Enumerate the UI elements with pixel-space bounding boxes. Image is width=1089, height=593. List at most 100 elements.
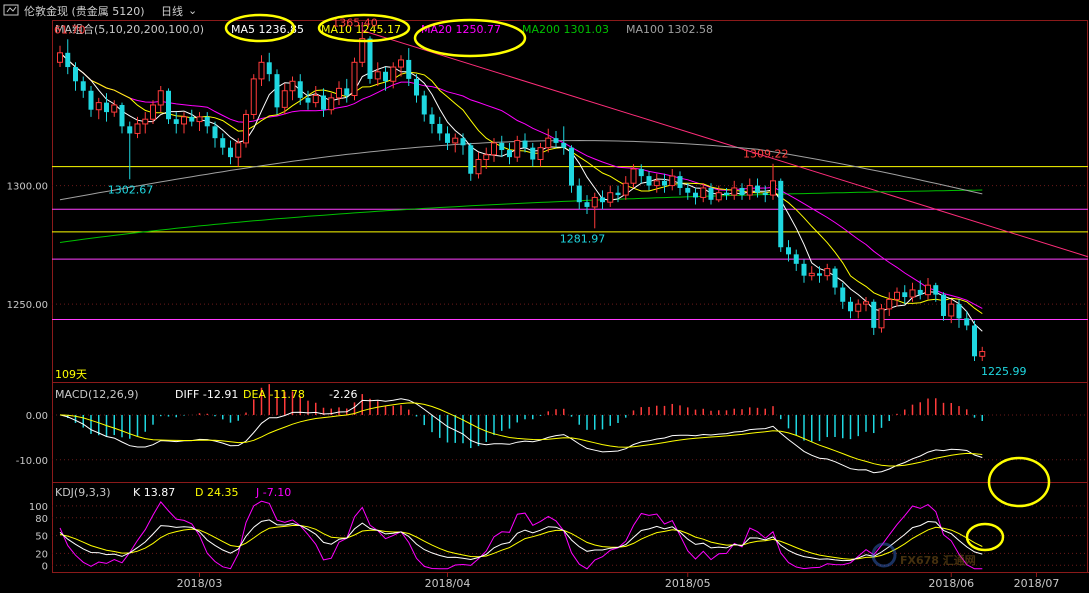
candle-body-down: [762, 192, 768, 196]
candle-body-down: [801, 263, 807, 276]
candle-body-down: [786, 247, 791, 255]
x-tick-label: 2018/03: [177, 577, 223, 590]
candle-body-up: [157, 90, 164, 106]
candle-body-up: [653, 180, 660, 187]
candle-body-up: [336, 87, 342, 99]
candle-body-down: [724, 192, 729, 196]
price-annotation: 1281.97: [560, 232, 606, 245]
candle-body-down: [189, 116, 195, 122]
candle-body-up: [824, 268, 831, 277]
candle-body-up: [181, 116, 187, 125]
candle-body-down: [445, 133, 450, 143]
kdj-d-line: [59, 525, 983, 560]
candle-body-down: [956, 304, 962, 319]
candle-body-up: [57, 52, 63, 63]
candle-body-up: [390, 66, 397, 82]
candle-body-down: [530, 147, 536, 160]
candle-body-down: [204, 116, 210, 127]
kdj-series: [59, 500, 983, 570]
candle-body-down: [817, 273, 822, 276]
candle-body-down: [755, 185, 760, 193]
candle-body-down: [964, 318, 970, 326]
candle-body-down: [693, 192, 698, 198]
candle-body-down: [561, 142, 567, 148]
candle-body-up: [894, 291, 900, 300]
x-tick-label: 2018/06: [928, 577, 974, 590]
candle-body-down: [917, 289, 923, 295]
candle-body-down: [80, 81, 86, 91]
candle-body-down: [212, 126, 218, 139]
ma-legend-ma100: MA100 1302.58: [626, 23, 713, 36]
candle-body-down: [569, 147, 574, 186]
candle-body-down: [662, 180, 667, 186]
period-label[interactable]: 日线: [161, 4, 183, 18]
panel-legends: MA组合(5,10,20,200,100,0) MA5 1236.85 MA10 1…: [55, 22, 713, 499]
candle-body-down: [708, 187, 714, 200]
candle-body-down: [321, 95, 326, 110]
candle-body-up: [258, 61, 265, 80]
candle-body-down: [383, 71, 388, 82]
candle-body-up: [537, 147, 544, 161]
candle-body-up: [715, 192, 722, 201]
candle-body-down: [119, 104, 125, 127]
candle-body-down: [871, 301, 877, 328]
candle-body-down: [941, 294, 946, 316]
candle-body-up: [909, 289, 916, 298]
candle-body-up: [134, 123, 141, 134]
kdj-indicator-label: KDJ(9,3,3): [55, 486, 111, 499]
candle-body-up: [328, 97, 335, 111]
candle-body-down: [414, 78, 419, 96]
candle-body-down: [344, 88, 350, 96]
candle-body-down: [104, 102, 109, 113]
candle-body-down: [88, 90, 94, 110]
candle-body-down: [576, 185, 582, 203]
candle-body-down: [266, 62, 272, 75]
candle-body-up: [250, 78, 257, 115]
candle-body-up: [235, 142, 242, 158]
candle-body-up: [700, 187, 707, 198]
price-annotation: 1225.99: [981, 365, 1027, 378]
price-annotation: 1309.22: [743, 148, 789, 161]
axis-labels: 1300.00 1250.00 0.00 -10.00 10080 50 200 2018/0…: [7, 182, 1060, 590]
candle-body-up: [475, 159, 482, 175]
candle-body-down: [305, 97, 311, 103]
candle-body-up: [630, 168, 637, 184]
kdj-y-tick-label: 20: [35, 549, 48, 560]
candle-body-down: [73, 67, 78, 82]
ma100-line: [59, 139, 983, 201]
candle-body-up: [863, 301, 869, 305]
candle-body-up: [746, 185, 753, 196]
candle-body-up: [196, 116, 203, 123]
candle-body-down: [65, 52, 71, 68]
candle-body-down: [468, 145, 474, 174]
candle-body-up: [289, 80, 296, 92]
period-dropdown-icon[interactable]: ⌄: [188, 4, 197, 17]
kdj-y-tick-label: 50: [35, 532, 48, 543]
candle-body-down: [127, 126, 133, 134]
candle-body-up: [312, 94, 319, 104]
candle-body-up: [398, 59, 404, 68]
price-annotation: 61.70: [54, 23, 86, 36]
candle-body-down: [173, 119, 179, 124]
macd-indicator-label: MACD(12,26,9): [55, 388, 139, 401]
ma200-line: [59, 189, 983, 243]
candle-body-up: [607, 192, 614, 203]
candle-body-up: [483, 154, 490, 161]
candle-body-up: [669, 175, 676, 187]
candle-body-down: [778, 180, 784, 248]
candle-body-down: [677, 176, 683, 188]
candle-body-up: [374, 71, 381, 80]
macd-y-tick-label: -10.00: [16, 456, 48, 467]
candle-body-down: [840, 287, 846, 302]
ma10-line: [59, 52, 983, 315]
candle-body-down: [584, 202, 590, 207]
instrument-title[interactable]: 伦敦金现 (贵金属 5120): [24, 4, 145, 18]
kdj-y-tick-label: 80: [35, 514, 48, 525]
main-y-tick-label: 1300.00: [7, 182, 48, 193]
candle-body-up: [111, 104, 118, 113]
candle-body-down: [367, 38, 373, 79]
chart-canvas[interactable]: 伦敦金现 (贵金属 5120) 日线 ⌄ 1300.00 1250.00 0.00 -…: [0, 0, 1089, 593]
candle-body-down: [429, 114, 435, 124]
candle-body-down: [228, 147, 233, 158]
macd-diff-line: [59, 398, 983, 474]
